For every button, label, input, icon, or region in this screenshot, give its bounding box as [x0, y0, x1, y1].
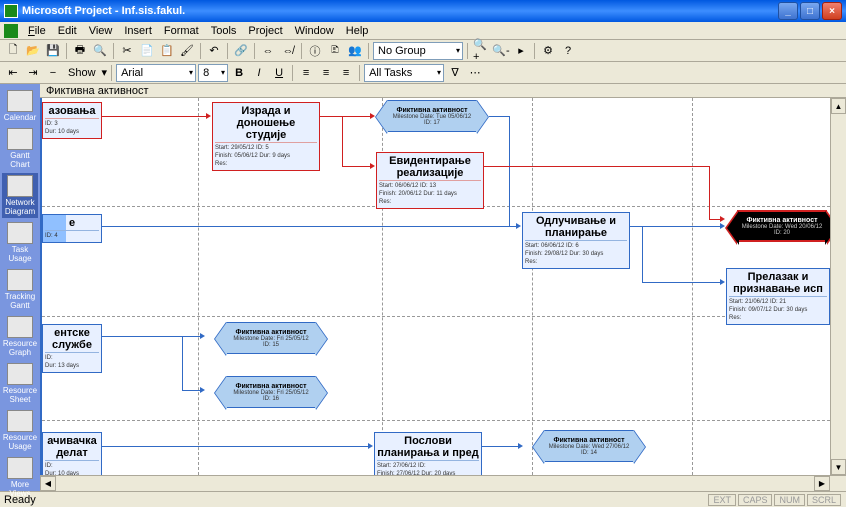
wizard-button[interactable]: ⚙ [539, 42, 557, 60]
milestone-box[interactable]: Фиктивна активност Milestone Date: Tue 0… [387, 100, 477, 132]
align-right-button[interactable]: ≡ [337, 64, 355, 82]
task-box[interactable]: Израда и доношење студије Start: 29/05/1… [212, 102, 320, 171]
menu-tools[interactable]: Tools [205, 25, 243, 37]
menu-window[interactable]: Window [289, 25, 340, 37]
app-icon [4, 4, 18, 18]
menu-help[interactable]: Help [340, 25, 375, 37]
sidebar-network[interactable]: Network Diagram [2, 173, 38, 218]
undo-button[interactable]: ↶ [205, 42, 223, 60]
task-box[interactable]: Евидентирање реализације Start: 06/06/12… [376, 152, 484, 209]
toolbar-formatting: ⇤ ⇥ − Show ▾ Arial 8 B I U ≡ ≡ ≡ All Tas… [0, 62, 846, 84]
format-painter-button[interactable]: 🖌 [178, 42, 196, 60]
note-button[interactable]: 🗈 [326, 42, 344, 60]
sidebar-resource-sheet[interactable]: Resource Sheet [2, 361, 38, 406]
paste-button[interactable]: 📋 [158, 42, 176, 60]
status-ext: EXT [708, 494, 736, 506]
menu-insert[interactable]: Insert [118, 25, 158, 37]
goto-button[interactable]: ▸ [512, 42, 530, 60]
horizontal-scrollbar[interactable]: ◀ ▶ [40, 475, 846, 491]
header-task-name: Фиктивна активност [46, 85, 149, 97]
scroll-up-button[interactable]: ▲ [831, 98, 846, 114]
sidebar-resource-usage[interactable]: Resource Usage [2, 408, 38, 453]
milestone-box[interactable]: Фиктивна активност Milestone Date: Fri 2… [226, 322, 316, 354]
new-button[interactable]: 🗋 [4, 42, 22, 60]
menu-edit[interactable]: Edit [52, 25, 83, 37]
hide-button[interactable]: − [44, 64, 62, 82]
open-button[interactable]: 📂 [24, 42, 42, 60]
bold-button[interactable]: B [230, 64, 248, 82]
help-button[interactable]: ? [559, 42, 577, 60]
menu-format[interactable]: Format [158, 25, 205, 37]
link-button[interactable]: 🔗 [232, 42, 250, 60]
scroll-left-button[interactable]: ◀ [40, 476, 56, 491]
close-button[interactable]: × [822, 2, 842, 20]
task-box[interactable]: Прелазак и признавање исп Start: 21/06/1… [726, 268, 830, 325]
task-box[interactable]: ентске службе ID: Dur: 13 days [42, 324, 102, 373]
window-controls: _ □ × [778, 2, 842, 20]
task-box[interactable]: Послови планирања и пред Start: 27/06/12… [374, 432, 482, 475]
zoom-in-button[interactable]: 🔍+ [472, 42, 490, 60]
toolbar-standard: 🗋 📂 💾 🖶 🔍 ✂ 📄 📋 🖌 ↶ 🔗 ⇔ ⇎ ⓘ 🗈 👥 No Group… [0, 40, 846, 62]
group-dropdown[interactable]: No Group [373, 42, 463, 60]
indent-button[interactable]: ⇥ [24, 64, 42, 82]
show-dropdown-arrow[interactable]: ▾ [102, 66, 108, 79]
task-box[interactable]: ачивачка делат ID: Dur: 10 days [42, 432, 102, 475]
diagram-area: Фиктивна активност азовања ID: 3 Dur: 10… [40, 84, 846, 491]
network-canvas[interactable]: азовања ID: 3 Dur: 10 days Израда и доно… [40, 98, 830, 475]
align-center-button[interactable]: ≡ [317, 64, 335, 82]
vertical-scrollbar[interactable]: ▲ ▼ [830, 98, 846, 475]
info-button[interactable]: ⓘ [306, 42, 324, 60]
print-preview-button[interactable]: 🔍 [91, 42, 109, 60]
menu-view[interactable]: View [83, 25, 119, 37]
menubar: File Edit View Insert Format Tools Proje… [0, 22, 846, 40]
milestone-box[interactable]: Фиктивна активност Milestone Date: Wed 2… [737, 210, 827, 242]
diagram-header: Фиктивна активност [40, 84, 846, 98]
scroll-down-button[interactable]: ▼ [831, 459, 846, 475]
print-button[interactable]: 🖶 [71, 42, 89, 60]
minimize-button[interactable]: _ [778, 2, 798, 20]
titlebar: Microsoft Project - Inf.sis.fakul. _ □ × [0, 0, 846, 22]
font-dropdown[interactable]: Arial [116, 64, 196, 82]
sidebar-resource-graph[interactable]: Resource Graph [2, 314, 38, 359]
underline-button[interactable]: U [270, 64, 288, 82]
cut-button[interactable]: ✂ [118, 42, 136, 60]
status-text: Ready [4, 494, 707, 506]
milestone-box[interactable]: Фиктивна активност Milestone Date: Fri 2… [226, 376, 316, 408]
view-bar: Calendar Gantt Chart Network Diagram Tas… [0, 84, 40, 491]
outdent-button[interactable]: ⇤ [4, 64, 22, 82]
italic-button[interactable]: I [250, 64, 268, 82]
menu-project[interactable]: Project [242, 25, 288, 37]
split-button[interactable]: ⇎ [279, 42, 297, 60]
scroll-right-button[interactable]: ▶ [814, 476, 830, 491]
task-box[interactable]: е ID: 4 [42, 214, 102, 243]
task-box[interactable]: азовања ID: 3 Dur: 10 days [42, 102, 102, 139]
status-num: NUM [774, 494, 805, 506]
autofilter-button[interactable]: ∇ [446, 64, 464, 82]
align-left-button[interactable]: ≡ [297, 64, 315, 82]
size-dropdown[interactable]: 8 [198, 64, 228, 82]
sidebar-calendar[interactable]: Calendar [2, 88, 38, 124]
filter-dropdown[interactable]: All Tasks [364, 64, 444, 82]
sidebar-gantt[interactable]: Gantt Chart [2, 126, 38, 171]
copy-button[interactable]: 📄 [138, 42, 156, 60]
status-caps: CAPS [738, 494, 773, 506]
window-title: Microsoft Project - Inf.sis.fakul. [22, 5, 778, 17]
maximize-button[interactable]: □ [800, 2, 820, 20]
zoom-out-button[interactable]: 🔍- [492, 42, 510, 60]
main-area: Calendar Gantt Chart Network Diagram Tas… [0, 84, 846, 491]
doc-icon [4, 24, 18, 38]
menu-file[interactable]: File [22, 25, 52, 37]
show-label: Show [68, 67, 96, 79]
save-button[interactable]: 💾 [44, 42, 62, 60]
sidebar-tracking[interactable]: Tracking Gantt [2, 267, 38, 312]
assign-button[interactable]: 👥 [346, 42, 364, 60]
task-box[interactable]: Одлучивање и планирање Start: 06/06/12 I… [522, 212, 630, 269]
status-scrl: SCRL [807, 494, 841, 506]
misc-button[interactable]: ⋯ [466, 64, 484, 82]
sidebar-task-usage[interactable]: Task Usage [2, 220, 38, 265]
statusbar: Ready EXT CAPS NUM SCRL [0, 491, 846, 507]
unlink-button[interactable]: ⇔ [259, 42, 277, 60]
milestone-box[interactable]: Фиктивна активност Milestone Date: Wed 2… [544, 430, 634, 462]
